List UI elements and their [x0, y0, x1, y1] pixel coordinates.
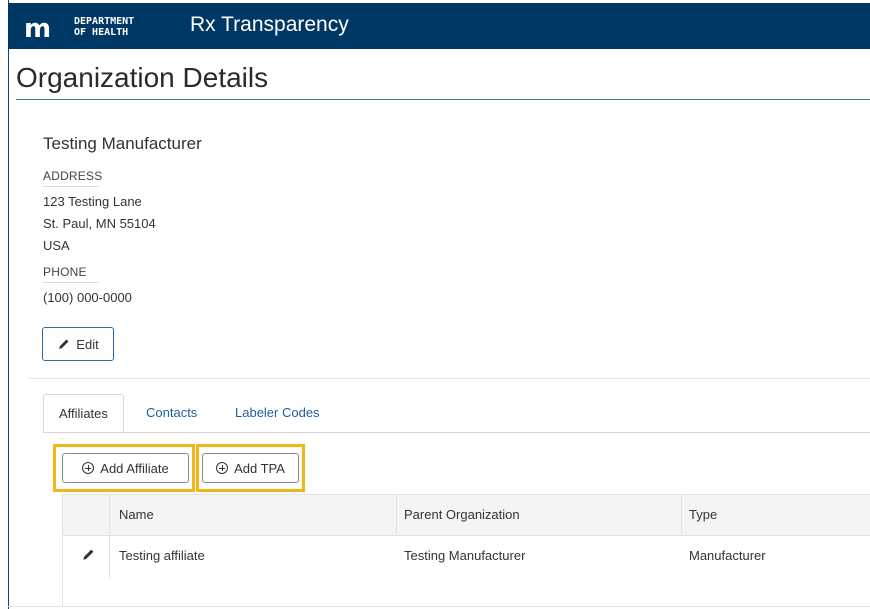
column-separator	[396, 494, 397, 534]
organization-name: Testing Manufacturer	[43, 134, 202, 153]
page-title: Organization Details	[16, 62, 269, 93]
title-divider	[16, 99, 870, 100]
tab-contacts[interactable]: Contacts	[146, 394, 197, 432]
add-tpa-button[interactable]: Add TPA	[202, 453, 299, 483]
add-affiliate-label: Add Affiliate	[100, 460, 169, 476]
edit-row-pencil-icon[interactable]	[81, 548, 95, 562]
column-separator	[681, 494, 682, 534]
tab-labeler-codes[interactable]: Labeler Codes	[235, 394, 320, 432]
affiliates-table: Name Parent Organization Type Testing af…	[62, 494, 870, 606]
add-tpa-label: Add TPA	[234, 460, 285, 476]
column-header-parent-organization[interactable]: Parent Organization	[404, 507, 520, 522]
phone-label: PHONE	[43, 265, 99, 283]
plus-circle-icon	[82, 462, 95, 474]
tab-bar: Affiliates Contacts Labeler Codes	[43, 394, 870, 433]
section-divider	[29, 378, 870, 379]
logo-mark: m​	[24, 14, 51, 44]
address-label: ADDRESS	[43, 169, 103, 187]
plus-circle-icon	[216, 462, 229, 474]
row-parent-organization: Testing Manufacturer	[404, 548, 526, 563]
phone-value: (100) 000-0000	[43, 290, 132, 305]
top-header-bar: m​ DEPARTMENT OF HEALTH Rx Transparency	[8, 3, 870, 49]
address-line-3: USA	[43, 238, 70, 253]
add-affiliate-button[interactable]: Add Affiliate	[62, 453, 189, 483]
mn-health-logo[interactable]: m​ DEPARTMENT OF HEALTH	[24, 12, 174, 42]
edit-button[interactable]: Edit	[42, 327, 114, 361]
column-header-type[interactable]: Type	[689, 507, 717, 522]
edit-button-label: Edit	[76, 336, 99, 352]
address-line-2: St. Paul, MN 55104	[43, 216, 156, 231]
app-title[interactable]: Rx Transparency	[190, 13, 349, 37]
tab-affiliates[interactable]: Affiliates	[43, 394, 124, 432]
row-type: Manufacturer	[689, 548, 766, 563]
column-separator	[109, 494, 110, 578]
column-header-name[interactable]: Name	[119, 507, 154, 522]
bottom-border	[8, 606, 870, 607]
row-name: Testing affiliate	[119, 548, 205, 563]
address-line-1: 123 Testing Lane	[43, 194, 142, 209]
pencil-icon	[59, 339, 69, 349]
logo-text: DEPARTMENT OF HEALTH	[74, 16, 135, 38]
left-border	[0, 0, 9, 609]
